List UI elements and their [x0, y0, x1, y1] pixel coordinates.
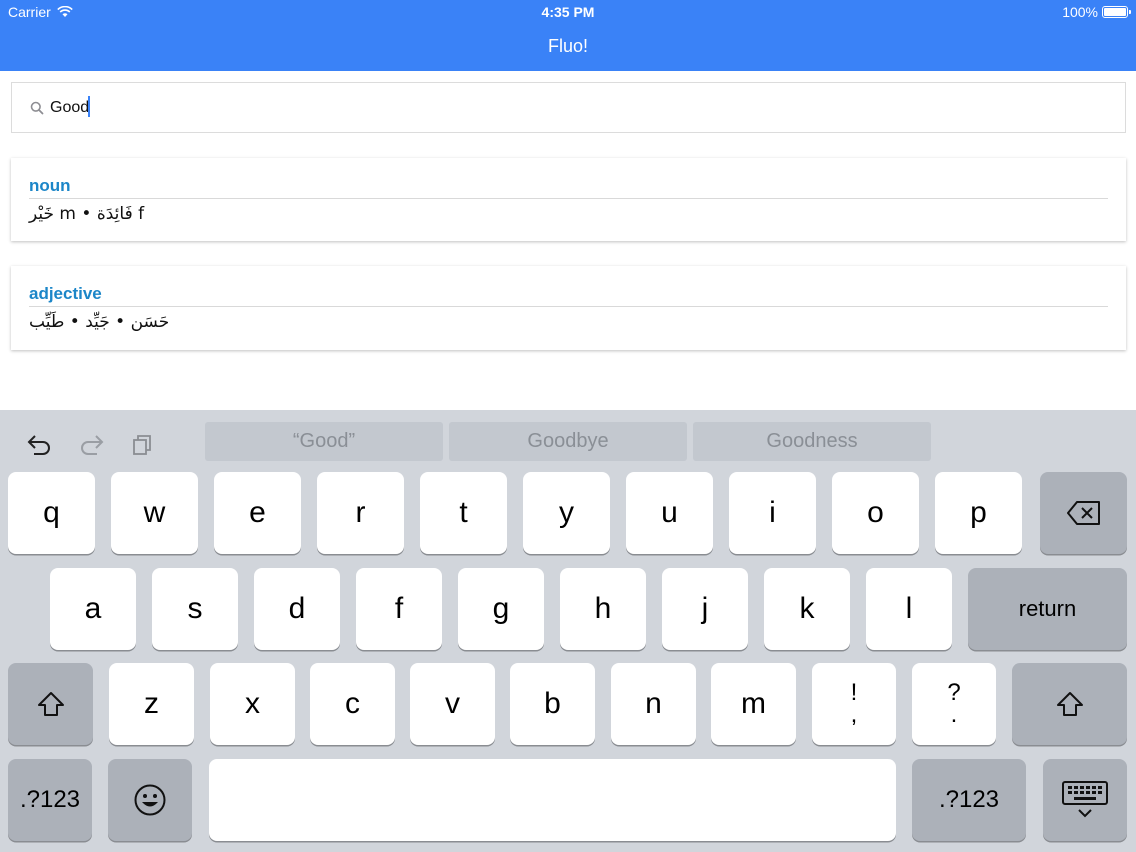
key-bottom-char: , — [850, 701, 858, 728]
backspace-icon — [1066, 501, 1100, 525]
key-x[interactable]: x — [210, 663, 295, 745]
part-of-speech-label: adjective — [29, 284, 102, 303]
keyboard: “Good” Goodbye Goodness q w e r t y u i … — [0, 410, 1136, 852]
status-bar: Carrier 4:35 PM 100% — [0, 0, 1136, 24]
suggestion-1[interactable]: “Good” — [205, 422, 443, 461]
space-bar[interactable] — [209, 759, 896, 841]
paste-icon[interactable] — [126, 430, 158, 460]
key-e[interactable]: e — [214, 472, 301, 554]
undo-icon[interactable] — [24, 430, 56, 460]
key-v[interactable]: v — [410, 663, 495, 745]
key-d[interactable]: d — [254, 568, 340, 650]
result-card-noun[interactable]: noun خَيْر m • فَائِدَة f — [11, 158, 1126, 241]
translation-text: حَسَن • جَيِّد • طَيِّب — [29, 312, 170, 332]
redo-icon[interactable] — [75, 430, 107, 460]
key-q[interactable]: q — [8, 472, 95, 554]
key-y[interactable]: y — [523, 472, 610, 554]
numbers-key-right[interactable]: .?123 — [912, 759, 1026, 841]
key-s[interactable]: s — [152, 568, 238, 650]
text-caret — [88, 96, 90, 117]
key-g[interactable]: g — [458, 568, 544, 650]
suggestion-2[interactable]: Goodbye — [449, 422, 687, 461]
numbers-key-left[interactable]: .?123 — [8, 759, 92, 841]
key-u[interactable]: u — [626, 472, 713, 554]
search-icon — [30, 101, 44, 115]
key-j[interactable]: j — [662, 568, 748, 650]
search-bar[interactable] — [11, 82, 1126, 133]
key-l[interactable]: l — [866, 568, 952, 650]
translation-text: خَيْر m • فَائِدَة f — [29, 204, 145, 224]
result-card-adjective[interactable]: adjective حَسَن • جَيِّد • طَيِّب — [11, 266, 1126, 350]
dismiss-keyboard-key[interactable] — [1043, 759, 1127, 841]
delete-key[interactable] — [1040, 472, 1127, 554]
page-title: Fluo! — [547, 36, 589, 56]
key-t[interactable]: t — [420, 472, 507, 554]
key-bottom-char: . — [950, 701, 958, 728]
battery-indicator: 100% — [1062, 4, 1131, 20]
part-of-speech-label: noun — [29, 176, 71, 195]
divider — [29, 198, 1108, 199]
key-b[interactable]: b — [510, 663, 595, 745]
shift-icon — [1056, 692, 1083, 716]
shift-icon — [37, 692, 64, 716]
key-n[interactable]: n — [611, 663, 696, 745]
key-exclamation-comma[interactable]: !, — [812, 663, 896, 745]
divider — [29, 306, 1108, 307]
shift-key-right[interactable] — [1012, 663, 1127, 745]
search-input[interactable] — [50, 93, 1110, 123]
suggestion-3[interactable]: Goodness — [693, 422, 931, 461]
clock: 4:35 PM — [541, 4, 595, 20]
key-question-period[interactable]: ?. — [912, 663, 996, 745]
shift-key-left[interactable] — [8, 663, 93, 745]
key-m[interactable]: m — [711, 663, 796, 745]
emoji-icon — [134, 784, 166, 816]
battery-icon — [1102, 6, 1131, 18]
key-r[interactable]: r — [317, 472, 404, 554]
key-w[interactable]: w — [111, 472, 198, 554]
key-c[interactable]: c — [310, 663, 395, 745]
return-key[interactable]: return — [968, 568, 1127, 650]
key-z[interactable]: z — [109, 663, 194, 745]
key-k[interactable]: k — [764, 568, 850, 650]
key-p[interactable]: p — [935, 472, 1022, 554]
key-o[interactable]: o — [832, 472, 919, 554]
navigation-bar: Carrier 4:35 PM 100% Fluo! — [0, 0, 1136, 71]
key-i[interactable]: i — [729, 472, 816, 554]
emoji-key[interactable] — [108, 759, 192, 841]
battery-percent: 100% — [1062, 4, 1098, 20]
key-h[interactable]: h — [560, 568, 646, 650]
keyboard-dismiss-icon — [1062, 781, 1108, 818]
key-a[interactable]: a — [50, 568, 136, 650]
key-f[interactable]: f — [356, 568, 442, 650]
